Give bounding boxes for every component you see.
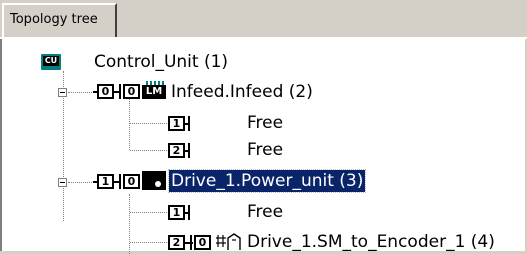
tab-topology-tree[interactable]: Topology tree xyxy=(2,3,117,37)
port-box: 1 xyxy=(97,174,114,189)
collapse-icon[interactable] xyxy=(58,178,67,187)
port-box: 1 xyxy=(168,205,185,220)
control-unit-icon-text: CU xyxy=(43,56,59,66)
node-label: Infeed.Infeed (2) xyxy=(171,82,313,102)
power-unit-icon xyxy=(142,171,166,190)
port-box: 1 xyxy=(168,116,185,131)
tree-line xyxy=(130,150,167,151)
port-connector-icon xyxy=(188,205,190,220)
port-box: 2 xyxy=(168,235,185,250)
port-connector-icon xyxy=(190,235,192,250)
port-box: 0 xyxy=(97,84,114,99)
port-connector-icon xyxy=(119,174,121,189)
encoder-icon xyxy=(216,233,241,250)
tree-line xyxy=(129,92,130,150)
tree-line xyxy=(130,212,167,213)
tree-line xyxy=(68,182,92,183)
node-label: Drive_1.SM_to_Encoder_1 (4) xyxy=(247,232,495,252)
line-module-icon: LM xyxy=(142,81,166,99)
collapse-icon[interactable] xyxy=(58,88,67,97)
tree-line xyxy=(129,194,130,254)
port-box: 0 xyxy=(123,174,140,189)
port-connector-icon xyxy=(188,143,190,158)
node-label: Free xyxy=(247,202,284,222)
port-connector-icon xyxy=(188,116,190,131)
node-label: Free xyxy=(247,113,284,133)
port-box: 2 xyxy=(168,143,185,158)
port-box: 0 xyxy=(123,84,140,99)
tree-line xyxy=(130,242,167,243)
node-label: Control_Unit (1) xyxy=(94,52,229,72)
tree-line xyxy=(130,123,167,124)
line-module-icon-text: LM xyxy=(142,85,166,99)
tree-line xyxy=(68,92,92,93)
topology-tree-panel[interactable]: CU Control_Unit (1) 0 0 LM Infeed.Infeed… xyxy=(0,39,525,254)
port-connector-icon xyxy=(119,84,121,99)
node-label: Free xyxy=(247,140,284,160)
port-box: 0 xyxy=(194,235,211,250)
tab-strip: Topology tree xyxy=(0,0,527,39)
node-label-selected: Drive_1.Power_unit (3) xyxy=(167,169,367,193)
control-unit-icon: CU xyxy=(41,54,61,70)
